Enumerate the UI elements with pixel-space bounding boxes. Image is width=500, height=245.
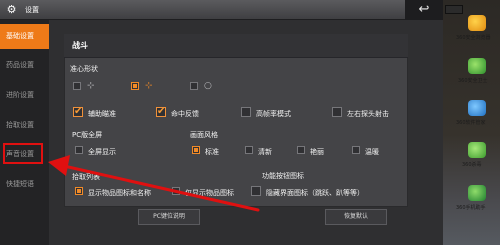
annotation-arrow [48,155,260,212]
